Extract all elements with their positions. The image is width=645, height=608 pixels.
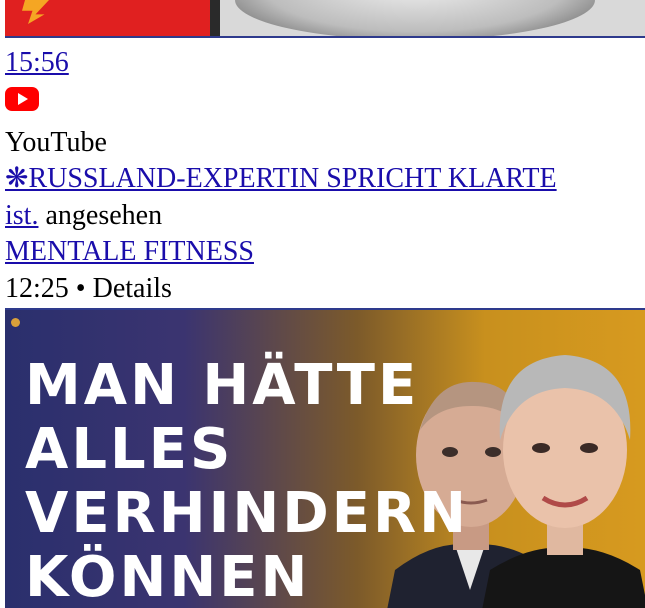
woman-portrait-image [482,355,645,608]
watched-status: ist. angesehen [5,199,162,233]
thumbnail-line: VERHINDERN [25,481,470,546]
thumbnail-line: MAN HÄTTE [25,353,420,418]
watched-suffix: angesehen [38,200,163,231]
source-name: YouTube [5,127,107,158]
lightning-bolt-icon [22,0,49,24]
youtube-logo-icon [5,87,39,111]
thumbnail-line: ALLES [25,417,234,482]
channel-link[interactable]: MENTALE FITNESS [5,235,254,269]
thumbnail-dot [11,318,20,327]
thumbnail-headline: MAN HÄTTE ALLES VERHINDERN KÖNNEN [25,354,469,608]
meta-separator: • [68,273,93,304]
details-label[interactable]: Details [93,273,172,304]
video-thumbnail[interactable]: MAN HÄTTE ALLES VERHINDERN KÖNNEN [5,308,645,608]
portrait-image [235,0,595,36]
video-timestamp: 12:25 [5,273,69,304]
video-meta: 12:25 • Details [5,272,172,306]
previous-video-thumbnail[interactable] [5,0,645,38]
thumbnail-line: KÖNNEN [25,545,311,608]
watched-link[interactable]: ist. [5,200,38,231]
video-title-link[interactable]: ❋RUSSLAND-EXPERTIN SPRICHT KLARTE [5,162,557,196]
video-duration-link[interactable]: 15:56 [5,46,69,80]
